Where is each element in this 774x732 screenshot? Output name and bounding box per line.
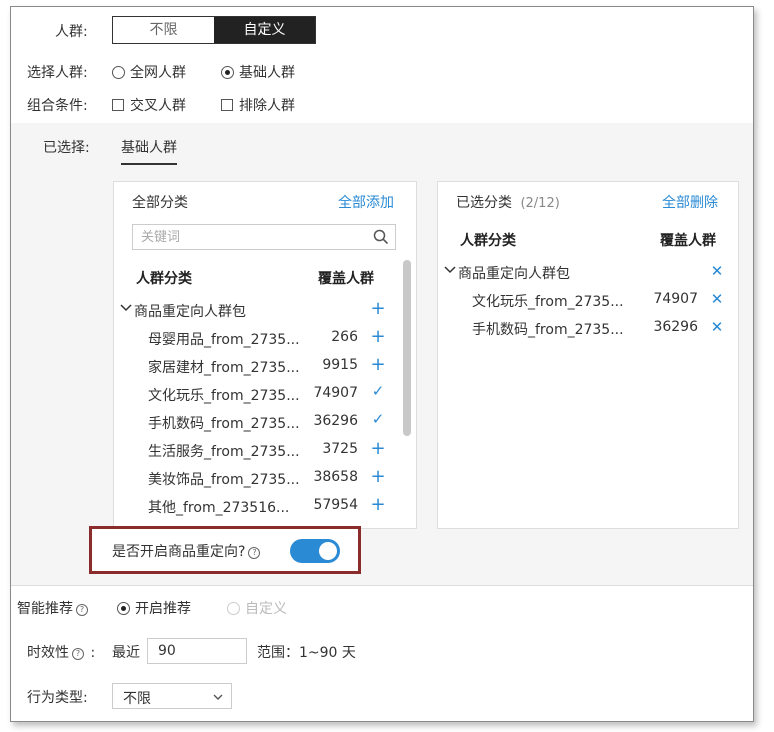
radio-smart-custom[interactable]: 自定义	[227, 598, 287, 618]
radio-checked-icon	[117, 602, 130, 615]
group-name: 商品重定向人群包	[458, 266, 570, 282]
checkbox-exclude-crowd[interactable]: 排除人群	[221, 95, 295, 115]
tab-unlimited[interactable]: 不限	[113, 17, 214, 43]
list-item: 母婴用品_from_2735... 266 +	[148, 326, 386, 348]
list-item: 手机数码_from_2735... 36296 ✓	[148, 410, 386, 432]
add-item-button[interactable]: +	[370, 494, 386, 516]
all-categories-panel: 全部分类 全部添加 人群分类 覆盖人群 商品重定向人群包 + 母婴用品_from…	[113, 181, 417, 529]
group-name: 商品重定向人群包	[134, 304, 246, 320]
list-item: 美妆饰品_from_2735... 38658 +	[148, 466, 386, 488]
behavior-label: 行为类型:	[27, 690, 88, 706]
col-category-header: 人群分类	[136, 271, 192, 287]
search-box	[132, 224, 396, 250]
radio-icon	[112, 66, 125, 79]
radio-basic-crowd[interactable]: 基础人群	[221, 62, 295, 82]
tab-custom[interactable]: 自定义	[214, 17, 315, 43]
chevron-down-icon[interactable]	[120, 302, 132, 314]
combine-label: 组合条件:	[27, 98, 88, 114]
list-item: 生活服务_from_2735... 3725 +	[148, 438, 386, 460]
days-input[interactable]	[148, 639, 244, 663]
select-crowd-label: 选择人群:	[27, 65, 88, 81]
range-text: 范围：1~90 天	[257, 645, 356, 661]
add-item-button[interactable]: +	[370, 438, 386, 460]
chevron-down-icon[interactable]	[444, 264, 456, 276]
timeliness-label: 时效性? :	[27, 645, 96, 661]
divider	[11, 585, 753, 586]
chevron-down-icon	[213, 694, 223, 700]
radio-checked-icon	[221, 66, 234, 79]
crowd-settings-panel: 人群: 不限 自定义 选择人群: 全网人群 基础人群 组合条件: 交叉人群 排除…	[10, 6, 754, 722]
list-item: 其他_from_273516... 57954 +	[148, 494, 386, 516]
list-item: 文化玩乐_from_2735... 74907 ✕	[472, 290, 724, 310]
list-item: 家居建材_from_2735... 9915 +	[148, 354, 386, 376]
check-icon[interactable]: ✓	[370, 410, 386, 432]
days-input-box	[147, 638, 247, 664]
radio-icon	[227, 602, 240, 615]
selected-categories-panel: 已选分类 (2/12) 全部删除 人群分类 覆盖人群 商品重定向人群包 ✕ 文化…	[437, 181, 739, 529]
search-icon[interactable]	[373, 229, 389, 245]
checkbox-icon	[112, 99, 124, 111]
check-icon[interactable]: ✓	[370, 382, 386, 404]
checkbox-icon	[221, 99, 233, 111]
crowd-label: 人群:	[55, 24, 88, 40]
help-icon[interactable]: ?	[72, 648, 84, 660]
checkbox-cross-crowd[interactable]: 交叉人群	[112, 95, 186, 115]
selected-count: (2/12)	[520, 196, 560, 211]
add-all-link[interactable]: 全部添加	[338, 192, 394, 212]
recent-prefix: 最近	[112, 645, 140, 661]
remove-item-icon[interactable]: ✕	[710, 290, 724, 308]
col-coverage-header: 覆盖人群	[660, 233, 716, 249]
all-categories-title: 全部分类	[132, 195, 188, 211]
behavior-select[interactable]: 不限	[112, 683, 232, 709]
help-icon[interactable]: ?	[76, 604, 88, 616]
col-coverage-header: 覆盖人群	[318, 271, 374, 287]
list-item: 文化玩乐_from_2735... 74907 ✓	[148, 382, 386, 404]
redirect-label: 是否开启商品重定向??	[112, 541, 261, 561]
radio-smart-recommend[interactable]: 开启推荐	[117, 598, 191, 618]
help-icon[interactable]: ?	[248, 547, 261, 559]
scrollbar-thumb[interactable]	[403, 260, 411, 436]
tab-basic-crowd[interactable]: 基础人群	[121, 137, 177, 165]
selected-categories-title: 已选分类 (2/12)	[456, 195, 560, 211]
radio-all-network[interactable]: 全网人群	[112, 62, 186, 82]
crowd-segmented-control: 不限 自定义	[112, 16, 316, 44]
list-item: 手机数码_from_2735... 36296 ✕	[472, 318, 724, 338]
keyword-search-input[interactable]	[133, 225, 363, 249]
add-item-button[interactable]: +	[370, 326, 386, 348]
add-group-button[interactable]: +	[370, 298, 386, 320]
add-item-button[interactable]: +	[370, 466, 386, 488]
behavior-select-value: 不限	[123, 691, 151, 707]
redirect-toggle-switch[interactable]	[290, 539, 340, 563]
remove-item-icon[interactable]: ✕	[710, 318, 724, 336]
redirect-toggle-highlight: 是否开启商品重定向??	[89, 526, 361, 574]
group-row[interactable]: 商品重定向人群包 ✕	[438, 258, 738, 286]
group-row[interactable]: 商品重定向人群包 +	[114, 296, 404, 324]
remove-group-icon[interactable]: ✕	[710, 262, 724, 280]
delete-all-link[interactable]: 全部删除	[662, 192, 718, 212]
smart-label: 智能推荐?	[17, 598, 88, 618]
add-item-button[interactable]: +	[370, 354, 386, 376]
col-category-header: 人群分类	[460, 233, 516, 249]
selected-label: 已选择:	[43, 140, 90, 156]
